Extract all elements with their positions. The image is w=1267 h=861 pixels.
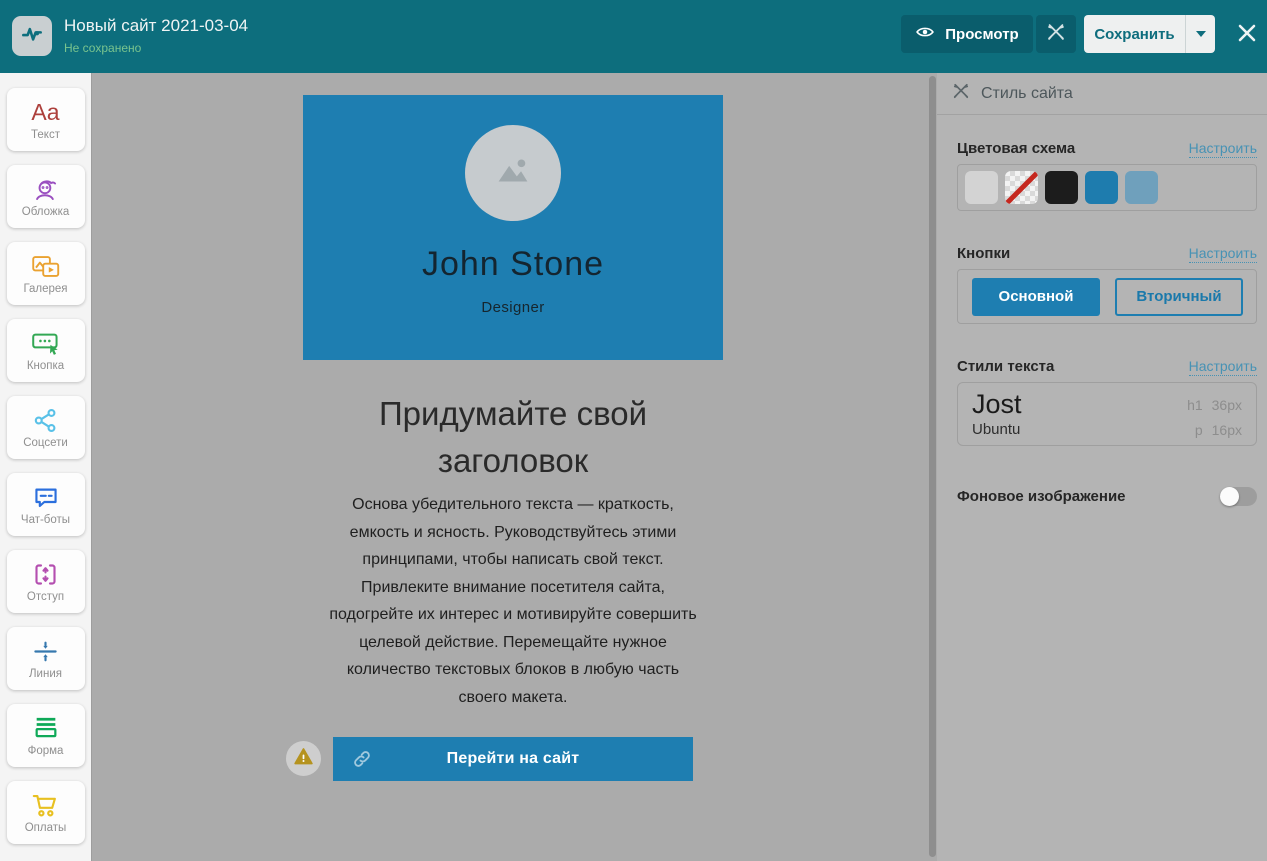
social-share-icon bbox=[32, 407, 59, 434]
color-swatch[interactable] bbox=[1085, 171, 1118, 204]
form-icon bbox=[32, 715, 60, 742]
go-to-site-button[interactable]: Перейти на сайт bbox=[333, 737, 693, 781]
sidebar-item-chatbots[interactable]: Чат-боты bbox=[7, 473, 85, 536]
p-size-info: p 16px bbox=[1195, 422, 1242, 438]
crossed-tools-icon bbox=[951, 81, 971, 106]
save-dropdown-button[interactable] bbox=[1185, 15, 1215, 53]
sidebar-item-line[interactable]: Линия bbox=[7, 627, 85, 690]
background-image-toggle[interactable] bbox=[1220, 487, 1257, 506]
save-split-button: Сохранить bbox=[1084, 15, 1215, 53]
sidebar-item-label: Форма bbox=[28, 745, 64, 757]
paragraph-block[interactable]: Основа убедительного текста — краткость,… bbox=[329, 491, 697, 711]
h1-size-info: h1 36px bbox=[1187, 397, 1242, 413]
site-style-button[interactable] bbox=[1036, 15, 1076, 53]
button-icon bbox=[31, 330, 61, 357]
configure-colors-link[interactable]: Настроить bbox=[1189, 140, 1257, 158]
preview-button[interactable]: Просмотр bbox=[901, 15, 1033, 53]
chat-bubble-icon bbox=[32, 484, 60, 511]
crossed-tools-icon bbox=[1045, 21, 1067, 48]
sidebar-item-label: Чат-боты bbox=[21, 514, 70, 526]
save-status: Не сохранено bbox=[64, 41, 141, 55]
close-button[interactable] bbox=[1233, 21, 1261, 49]
cover-icon bbox=[32, 176, 59, 203]
color-scheme-label: Цветовая схема bbox=[957, 140, 1075, 157]
primary-button-style[interactable]: Основной bbox=[972, 278, 1100, 316]
p-tag: p bbox=[1195, 422, 1203, 438]
configure-buttons-link[interactable]: Настроить bbox=[1189, 245, 1257, 263]
sidebar-item-label: Текст bbox=[31, 129, 60, 141]
text-styles-row: Стили текста Настроить bbox=[957, 358, 1257, 376]
sidebar-item-label: Отступ bbox=[27, 591, 64, 603]
sidebar-item-label: Кнопка bbox=[27, 360, 64, 372]
cover-name[interactable]: John Stone bbox=[303, 245, 723, 284]
color-swatch-transparent[interactable] bbox=[1005, 171, 1038, 204]
panel-title: Стиль сайта bbox=[981, 85, 1073, 103]
image-placeholder-icon bbox=[490, 148, 536, 199]
sidebar-item-cover[interactable]: Обложка bbox=[7, 165, 85, 228]
close-icon bbox=[1235, 21, 1259, 50]
configure-text-link[interactable]: Настроить bbox=[1189, 358, 1257, 376]
sidebar-item-label: Галерея bbox=[23, 283, 67, 295]
color-swatch[interactable] bbox=[965, 171, 998, 204]
site-title: Новый сайт 2021-03-04 bbox=[64, 16, 248, 36]
toggle-knob bbox=[1220, 487, 1239, 506]
color-swatch[interactable] bbox=[1045, 171, 1078, 204]
cart-icon bbox=[31, 792, 60, 819]
heading-block[interactable]: Придумайте свой заголовок bbox=[353, 390, 673, 484]
site-style-panel: Стиль сайта Цветовая схема Настроить Кно… bbox=[937, 73, 1267, 861]
p-size: 16px bbox=[1212, 422, 1242, 438]
sidebar-item-social[interactable]: Соцсети bbox=[7, 396, 85, 459]
sidebar-item-text[interactable]: Aa Текст bbox=[7, 88, 85, 151]
sidebar-item-label: Соцсети bbox=[23, 437, 68, 449]
sidebar-item-spacing[interactable]: Отступ bbox=[7, 550, 85, 613]
site-builder-app: Новый сайт 2021-03-04 Не сохранено Просм… bbox=[0, 0, 1267, 861]
color-scheme-row: Цветовая схема Настроить bbox=[957, 140, 1257, 158]
preview-label: Просмотр bbox=[945, 26, 1018, 43]
sidebar-item-payments[interactable]: Оплаты bbox=[7, 781, 85, 844]
buttons-row: Кнопки Настроить bbox=[957, 245, 1257, 263]
spacing-icon bbox=[32, 561, 59, 588]
secondary-button-style[interactable]: Вторичный bbox=[1115, 278, 1243, 316]
sidebar-item-button[interactable]: Кнопка bbox=[7, 319, 85, 382]
avatar[interactable] bbox=[465, 125, 561, 221]
save-label: Сохранить bbox=[1094, 26, 1174, 43]
sidebar-item-gallery[interactable]: Галерея bbox=[7, 242, 85, 305]
color-swatch[interactable] bbox=[1125, 171, 1158, 204]
text-styles-label: Стили текста bbox=[957, 358, 1054, 375]
panel-header: Стиль сайта bbox=[937, 73, 1267, 115]
go-to-site-label: Перейти на сайт bbox=[447, 750, 580, 768]
button-styles-box: Основной Вторичный bbox=[957, 269, 1257, 324]
eye-icon bbox=[915, 22, 935, 46]
background-image-row: Фоновое изображение bbox=[957, 487, 1257, 506]
sidebar-item-label: Линия bbox=[29, 668, 62, 680]
warning-badge[interactable] bbox=[286, 741, 321, 776]
chevron-down-icon bbox=[1196, 31, 1206, 37]
cover-role[interactable]: Designer bbox=[303, 299, 723, 316]
text-styles-box[interactable]: Jost Ubuntu h136px p16px bbox=[957, 382, 1257, 446]
background-image-label: Фоновое изображение bbox=[957, 488, 1126, 505]
line-divider-icon bbox=[32, 638, 59, 665]
app-logo bbox=[12, 16, 52, 56]
sidebar-item-form[interactable]: Форма bbox=[7, 704, 85, 767]
header-bar: Новый сайт 2021-03-04 Не сохранено Просм… bbox=[0, 0, 1267, 73]
cover-block[interactable]: John Stone Designer bbox=[303, 95, 723, 360]
sidebar-item-label: Обложка bbox=[22, 206, 70, 218]
toolbox-sidebar: Aa Текст Обложка bbox=[0, 73, 92, 861]
gallery-icon bbox=[31, 253, 61, 280]
color-swatch-box bbox=[957, 164, 1257, 211]
save-button[interactable]: Сохранить bbox=[1084, 15, 1185, 53]
canvas-scrollbar[interactable] bbox=[929, 76, 936, 857]
text-icon: Aa bbox=[31, 99, 59, 126]
link-icon bbox=[351, 748, 373, 775]
h1-tag: h1 bbox=[1187, 397, 1203, 413]
buttons-label: Кнопки bbox=[957, 245, 1010, 262]
h1-size: 36px bbox=[1212, 397, 1242, 413]
sidebar-item-label: Оплаты bbox=[25, 822, 67, 834]
pulse-icon bbox=[19, 21, 45, 52]
warning-icon bbox=[293, 746, 314, 772]
